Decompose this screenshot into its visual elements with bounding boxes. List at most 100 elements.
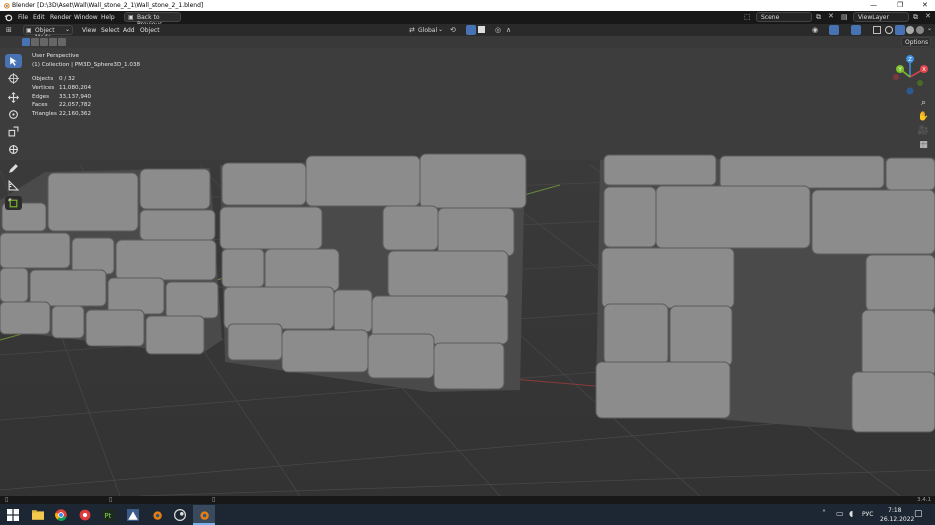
stat-triangles-value: 22,160,362	[59, 111, 92, 117]
delete-scene-icon[interactable]: ✕	[828, 12, 834, 20]
move-arrows-icon	[8, 91, 19, 103]
options-label: Options	[905, 39, 929, 46]
editor-type-icon[interactable]: ⊞	[6, 26, 12, 34]
back-icon: ▣	[128, 14, 134, 21]
blender-menu-icon[interactable]	[4, 13, 13, 24]
cursor-arrow-icon	[10, 56, 17, 66]
snap-icon[interactable]	[466, 25, 476, 35]
stat-faces-value: 22,057,782	[59, 102, 92, 108]
keyboard-language[interactable]: РУС	[862, 511, 873, 518]
tool-move[interactable]	[5, 90, 22, 104]
tool-transform[interactable]	[5, 142, 22, 156]
tool-measure[interactable]	[5, 178, 22, 192]
options-dropdown[interactable]: Options	[901, 37, 931, 47]
steam-app-icon[interactable]	[173, 508, 186, 521]
orientation-chevron-icon: ⌄	[438, 26, 444, 33]
blender-active-app-icon[interactable]	[193, 505, 215, 524]
overlay-toggle-icon[interactable]	[851, 25, 861, 35]
clock-time[interactable]: 7:18	[888, 507, 901, 514]
shading-options-chevron-icon[interactable]: ⌄	[927, 25, 932, 32]
delete-viewlayer-icon[interactable]: ✕	[925, 12, 931, 20]
perspective-grid-icon[interactable]: ▦	[917, 139, 930, 151]
stat-triangles-label: Triangles	[32, 111, 57, 117]
proportional-edit-icon[interactable]: ◎	[495, 26, 501, 34]
viewlayer-selector[interactable]: ViewLayer	[853, 12, 909, 22]
painter-app-icon[interactable]: Pt	[102, 508, 115, 521]
blender-app-icon[interactable]	[150, 508, 163, 521]
svg-text:Pt: Pt	[104, 511, 111, 520]
status-bar: ▯ ▯ ▯ 3.4.1	[0, 496, 935, 504]
menu-help[interactable]: Help	[101, 14, 115, 21]
add-cube-icon	[8, 198, 18, 207]
tool-rotate[interactable]	[5, 107, 22, 121]
tool-select-box[interactable]	[5, 54, 22, 68]
zoom-icon[interactable]: ⌕	[917, 97, 930, 109]
menu-edit[interactable]: Edit	[33, 14, 45, 21]
volume-icon[interactable]: ◖	[849, 509, 853, 518]
shading-wireframe-icon[interactable]	[885, 26, 893, 34]
select-extend-icon[interactable]	[31, 38, 39, 46]
shading-material-icon[interactable]	[906, 26, 914, 34]
chrome-icon[interactable]	[54, 508, 67, 521]
maximize-button[interactable]: ❐	[897, 1, 903, 9]
viewport-scene[interactable]	[0, 48, 935, 496]
gizmo-x-label: X	[922, 67, 926, 73]
new-viewlayer-icon[interactable]: ⧉	[913, 13, 918, 22]
gizmo-neg-y-axis	[917, 80, 923, 86]
tool-annotate[interactable]	[5, 161, 22, 175]
xray-toggle-icon[interactable]	[873, 26, 881, 34]
mouse-right-icon: ▯	[212, 496, 216, 503]
gizmo-toggle-icon[interactable]	[829, 25, 839, 35]
window-title: Blender [D:\3D\Aset\Wall\Wall_stone_2_1\…	[12, 2, 204, 9]
menu-view[interactable]: View	[82, 27, 96, 34]
chevron-down-icon: ⌄	[64, 26, 70, 33]
inkscape-app-icon[interactable]	[126, 508, 139, 521]
transform-orientation-dropdown[interactable]: Global	[418, 27, 437, 34]
visibility-icon[interactable]: ◉	[812, 26, 818, 34]
record-app-icon[interactable]	[78, 508, 91, 521]
menu-select[interactable]: Select	[101, 27, 120, 34]
pivot-icon[interactable]: ⟲	[450, 26, 456, 34]
shading-rendered-icon[interactable]	[916, 26, 924, 34]
stone-wall-right	[595, 154, 935, 433]
select-subtract-icon[interactable]	[40, 38, 48, 46]
mode-selector[interactable]: ▣ Object Mode ⌄	[23, 25, 73, 41]
tool-cursor[interactable]	[5, 71, 22, 85]
blender-logo-icon	[3, 2, 10, 9]
pan-hand-icon[interactable]: ✋	[917, 111, 930, 123]
viewlayer-icon[interactable]: ▤	[841, 13, 848, 21]
select-invert-icon[interactable]	[49, 38, 57, 46]
scene-selector[interactable]: Scene	[756, 12, 812, 22]
snap-target-icon[interactable]	[478, 26, 485, 33]
falloff-icon[interactable]: ∧	[506, 26, 511, 34]
camera-view-icon[interactable]: 🎥	[917, 125, 930, 137]
file-explorer-icon[interactable]	[31, 508, 44, 521]
notification-icon[interactable]: ▢	[914, 509, 923, 519]
menu-object[interactable]: Object	[140, 27, 160, 34]
back-to-previous-button[interactable]: ▣ Back to Previous	[124, 12, 181, 28]
menu-add[interactable]: Add	[123, 27, 135, 34]
network-icon[interactable]: ▭	[836, 509, 844, 518]
scene-icon[interactable]: ⬚	[744, 13, 751, 21]
stone-wall-middle	[219, 153, 527, 392]
menu-window[interactable]: Window	[74, 14, 98, 21]
crosshair-icon	[8, 72, 19, 84]
tray-chevron-icon[interactable]: ˄	[822, 509, 826, 518]
version-label: 3.4.1	[917, 497, 931, 503]
clock-date[interactable]: 26.12.2022	[880, 516, 914, 523]
close-button[interactable]: ✕	[922, 1, 928, 9]
minimize-button[interactable]: —	[870, 1, 877, 9]
3d-viewport[interactable]: User Perspective (1) Collection | PM3D_S…	[0, 48, 935, 496]
shading-solid-icon[interactable]	[895, 25, 905, 35]
windows-start-icon[interactable]	[6, 508, 19, 521]
tool-scale[interactable]	[5, 124, 22, 138]
stat-objects-value: 0 / 32	[59, 76, 76, 82]
select-box-icon[interactable]	[22, 38, 30, 46]
navigation-gizmo[interactable]: Z X Y	[890, 53, 934, 97]
menu-render[interactable]: Render	[50, 14, 71, 21]
menu-file[interactable]: File	[18, 14, 28, 21]
select-intersect-icon[interactable]	[58, 38, 66, 46]
top-menu-bar: File Edit Render Window Help ▣ Back to P…	[0, 11, 935, 28]
tool-add-cube[interactable]	[5, 196, 22, 210]
new-scene-icon[interactable]: ⧉	[816, 13, 821, 22]
